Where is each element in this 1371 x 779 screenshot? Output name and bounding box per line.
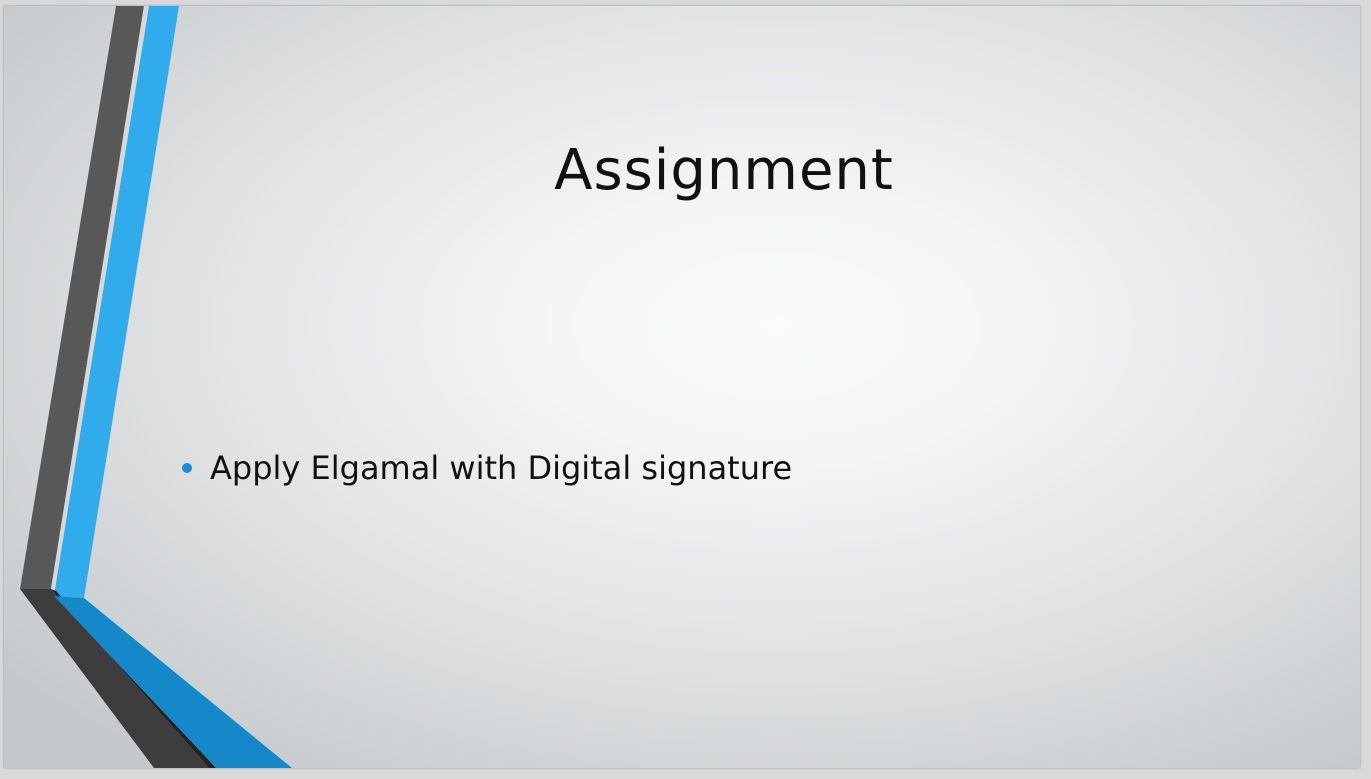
bullet-list: Apply Elgamal with Digital signature	[180, 444, 792, 492]
light-gap-stripe	[51, 6, 149, 591]
slide-title: Assignment	[554, 138, 894, 203]
bullet-item: Apply Elgamal with Digital signature	[180, 444, 792, 492]
decorative-stripes	[20, 6, 292, 768]
bullet-icon	[182, 463, 192, 473]
bullet-text: Apply Elgamal with Digital signature	[210, 449, 793, 487]
slide: Assignment Apply Elgamal with Digital si…	[4, 6, 1360, 768]
